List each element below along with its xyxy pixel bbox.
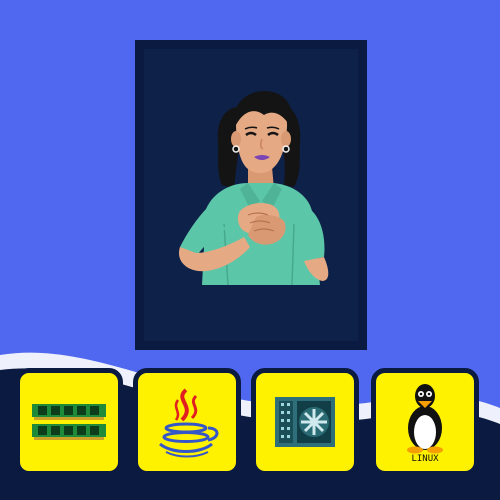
portrait-panel bbox=[144, 49, 358, 341]
ram-tile[interactable] bbox=[15, 368, 123, 476]
linux-tile[interactable]: LINUX bbox=[371, 368, 479, 476]
linux-penguin-icon: LINUX bbox=[407, 384, 443, 462]
linux-caption: LINUX bbox=[411, 454, 439, 462]
ram-memory-icon bbox=[32, 404, 106, 440]
cpu-chip-icon bbox=[275, 397, 335, 447]
woman-illustration bbox=[178, 91, 329, 286]
java-tile[interactable] bbox=[133, 368, 241, 476]
cpu-tile[interactable] bbox=[251, 368, 359, 476]
portrait-frame bbox=[135, 40, 367, 350]
java-coffee-cup-icon bbox=[159, 388, 219, 458]
